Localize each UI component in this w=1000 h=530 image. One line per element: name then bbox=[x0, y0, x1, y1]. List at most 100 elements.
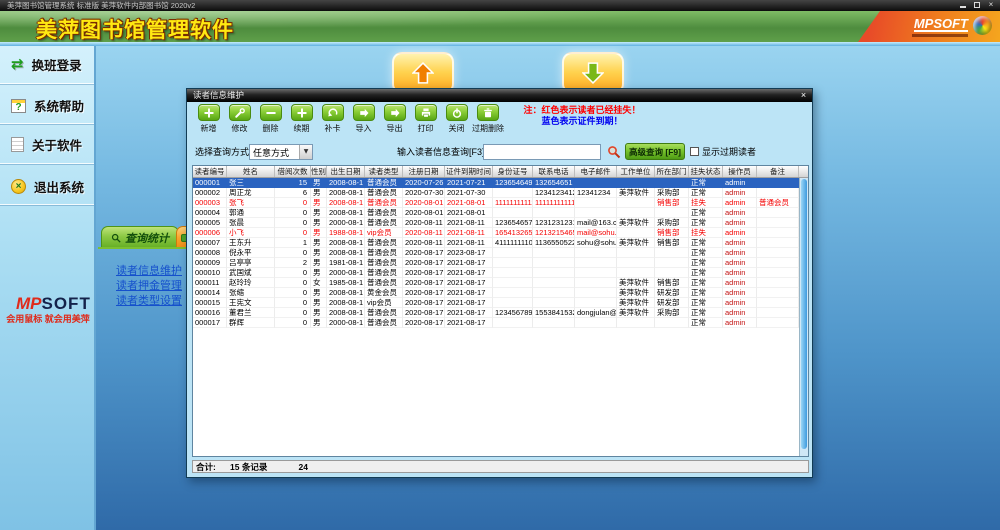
table-cell: 2020-07-30 bbox=[403, 188, 445, 198]
table-cell: 2020-08-17 bbox=[403, 278, 445, 288]
column-header[interactable]: 联系电话 bbox=[533, 166, 575, 177]
query-mode-label: 选择查询方式: bbox=[195, 144, 252, 160]
table-row[interactable]: 000009吕亭亭2男1981-08-1普通会员2020-08-172021-0… bbox=[193, 258, 808, 268]
table-cell: 挂失 bbox=[689, 228, 723, 238]
table-cell: 男 bbox=[311, 198, 327, 208]
sidebar-item-system-help[interactable]: ? 系统帮助 bbox=[11, 96, 84, 115]
table-row[interactable]: 000006小飞0男1988-08-1vip会员2020-08-112021-0… bbox=[193, 228, 808, 238]
table-row[interactable]: 000017群辉0男2000-08-1普通会员2020-08-172021-08… bbox=[193, 318, 808, 328]
table-cell: 111111111111111 bbox=[493, 198, 533, 208]
table-cell: 普通会员 bbox=[365, 248, 403, 258]
table-cell: 2021-08-01 bbox=[445, 208, 493, 218]
table-cell bbox=[575, 298, 617, 308]
export-button[interactable]: 导出 bbox=[379, 104, 410, 134]
print-button[interactable]: 打印 bbox=[410, 104, 441, 134]
table-row[interactable]: 000014张缩0男2008-08-1黄金会员2020-08-172021-08… bbox=[193, 288, 808, 298]
window-titlebar[interactable]: 美萍图书馆管理系统 标准版 美萍软件内部图书馆 2020v2 bbox=[0, 0, 1000, 11]
table-row[interactable]: 000003张飞0男2008-08-1普通会员2020-08-012021-08… bbox=[193, 198, 808, 208]
delete-button[interactable]: 删除 bbox=[255, 104, 286, 134]
column-header[interactable]: 姓名 bbox=[227, 166, 275, 177]
advanced-query-button[interactable]: 高级查询 [F9] bbox=[625, 143, 685, 160]
table-cell: 1988-08-1 bbox=[327, 228, 365, 238]
table-cell: 普通会员 bbox=[757, 198, 799, 208]
table-cell bbox=[757, 278, 799, 288]
sidebar-divider bbox=[0, 123, 94, 124]
column-header[interactable]: 身份证号 bbox=[493, 166, 533, 177]
table-cell bbox=[617, 198, 655, 208]
import-button[interactable]: 导入 bbox=[348, 104, 379, 134]
add-button[interactable]: 新增 bbox=[193, 104, 224, 134]
table-cell: dongjulan@12 bbox=[575, 308, 617, 318]
table-row[interactable]: 000015王宪文0男2008-08-1vip会员2020-08-172021-… bbox=[193, 298, 808, 308]
search-input[interactable] bbox=[483, 144, 601, 160]
help-icon: ? bbox=[11, 99, 26, 113]
column-header[interactable]: 性别 bbox=[311, 166, 327, 177]
show-expired-checkbox[interactable] bbox=[690, 147, 699, 156]
scrollbar-thumb[interactable] bbox=[801, 179, 807, 449]
table-row[interactable]: 000005张晨0男2000-08-1普通会员2020-08-112021-08… bbox=[193, 218, 808, 228]
table-row[interactable]: 000011赵玲玲0女1985-08-1普通会员2020-08-172021-0… bbox=[193, 278, 808, 288]
table-row[interactable]: 000008倪永平0男2008-08-1普通会员2020-08-172023-0… bbox=[193, 248, 808, 258]
table-cell bbox=[533, 248, 575, 258]
table-cell: 2008-08-1 bbox=[327, 298, 365, 308]
column-header[interactable]: 电子邮件 bbox=[575, 166, 617, 177]
column-header[interactable]: 读者类型 bbox=[365, 166, 403, 177]
table-cell: 0 bbox=[275, 228, 311, 238]
column-header[interactable]: 操作员 bbox=[723, 166, 757, 177]
delete-expired-button[interactable]: 过期删除 bbox=[472, 104, 503, 134]
table-cell bbox=[757, 188, 799, 198]
mpsoft-logo-soft: SOFT bbox=[42, 294, 91, 313]
link-reader-type-settings[interactable]: 读者类型设置 bbox=[116, 292, 182, 308]
table-row[interactable]: 000016董君兰0男2008-08-1普通会员2020-08-172021-0… bbox=[193, 308, 808, 318]
renew-button[interactable]: 续期 bbox=[286, 104, 317, 134]
summary-bar: 合计: 15 条记录 24 bbox=[192, 460, 809, 473]
plus-icon bbox=[296, 107, 308, 119]
column-header[interactable]: 读者编号 bbox=[193, 166, 227, 177]
table-cell: 正常 bbox=[689, 308, 723, 318]
query-mode-select[interactable]: 任意方式 ▼ bbox=[249, 144, 313, 160]
column-header[interactable]: 挂失状态 bbox=[689, 166, 723, 177]
dialog-toolbar: 新增 修改 删除 续期 补卡 导入 bbox=[193, 104, 503, 134]
table-row[interactable]: 000002周正龙6男2008-08-1普通会员2020-07-302021-0… bbox=[193, 188, 808, 198]
dialog-close-icon[interactable]: × bbox=[798, 90, 809, 101]
sidebar-item-exit-system[interactable]: × 退出系统 bbox=[11, 177, 84, 196]
column-header[interactable]: 工作单位 bbox=[617, 166, 655, 177]
table-row[interactable]: 000004郭通0男2008-08-1普通会员2020-08-012021-08… bbox=[193, 208, 808, 218]
tab-query-statistics[interactable]: 查询统计 bbox=[101, 226, 179, 248]
column-header[interactable]: 所在部门 bbox=[655, 166, 689, 177]
status-note: 注：红色表示读者已经挂失！ 蓝色表示证件到期！ bbox=[507, 105, 657, 127]
dialog-titlebar[interactable]: 读者信息维护 bbox=[187, 89, 812, 102]
table-row[interactable]: 000007王东升1男2008-08-1普通会员2020-08-112021-0… bbox=[193, 238, 808, 248]
exit-icon: × bbox=[11, 179, 26, 194]
table-row[interactable]: 000001张三15男2008-08-1普通会员2020-07-262021-0… bbox=[193, 178, 808, 188]
column-header[interactable]: 证件到期时间 bbox=[445, 166, 493, 177]
table-cell: 武国斌 bbox=[227, 268, 275, 278]
edit-button[interactable]: 修改 bbox=[224, 104, 255, 134]
restore-icon[interactable] bbox=[972, 1, 982, 10]
table-row[interactable]: 000010武国斌0男2000-08-1普通会员2020-08-172021-0… bbox=[193, 268, 808, 278]
reissue-card-button[interactable]: 补卡 bbox=[317, 104, 348, 134]
table-cell bbox=[533, 298, 575, 308]
wrench-icon bbox=[234, 107, 246, 119]
link-reader-deposit-management[interactable]: 读者押金管理 bbox=[116, 277, 182, 293]
column-header[interactable]: 借阅次数 bbox=[275, 166, 311, 177]
table-cell: 采购部 bbox=[655, 308, 689, 318]
close-icon[interactable]: × bbox=[986, 1, 996, 10]
column-header[interactable]: 注册日期 bbox=[403, 166, 445, 177]
column-header[interactable]: 备注 bbox=[757, 166, 799, 177]
table-scrollbar[interactable] bbox=[799, 178, 808, 456]
table-cell: 正常 bbox=[689, 218, 723, 228]
chevron-down-icon[interactable]: ▼ bbox=[299, 145, 312, 159]
summary-total-borrows: 24 bbox=[275, 461, 311, 472]
search-magnifier-icon[interactable] bbox=[607, 145, 621, 161]
column-header[interactable]: 出生日期 bbox=[327, 166, 365, 177]
arrow-right-icon bbox=[389, 107, 401, 119]
close-dialog-button[interactable]: 关闭 bbox=[441, 104, 472, 134]
table-cell: admin bbox=[723, 258, 757, 268]
minimize-icon[interactable] bbox=[958, 1, 968, 10]
sidebar-item-about-software[interactable]: 关于软件 bbox=[11, 135, 82, 154]
note-expired-line: 蓝色表示证件到期！ bbox=[507, 116, 657, 127]
link-reader-info-maintenance[interactable]: 读者信息维护 bbox=[116, 262, 182, 278]
summary-record-count: 15 条记录 bbox=[227, 461, 275, 472]
sidebar-item-shift-login[interactable]: ⇄ 换班登录 bbox=[11, 55, 82, 74]
